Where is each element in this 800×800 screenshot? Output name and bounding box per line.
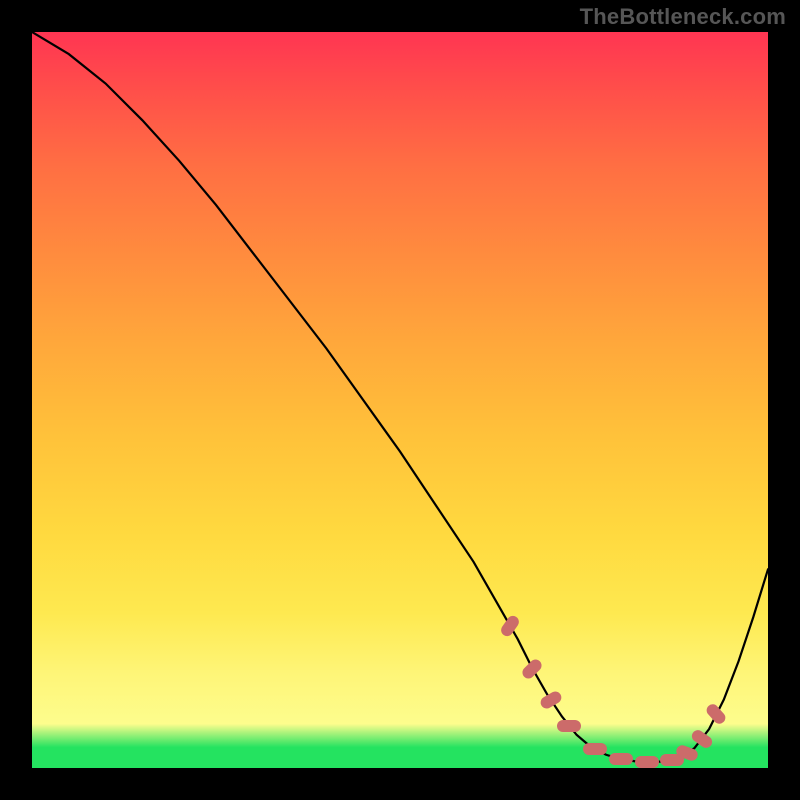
curve-svg <box>32 32 768 768</box>
watermark-text: TheBottleneck.com <box>580 4 786 30</box>
highlight-dash <box>635 756 659 768</box>
plot-area <box>32 32 768 768</box>
highlight-dash <box>557 720 581 732</box>
bottleneck-curve-path <box>32 32 768 762</box>
chart-frame: TheBottleneck.com <box>0 0 800 800</box>
highlight-dash <box>583 743 607 755</box>
highlight-dash <box>609 753 633 765</box>
